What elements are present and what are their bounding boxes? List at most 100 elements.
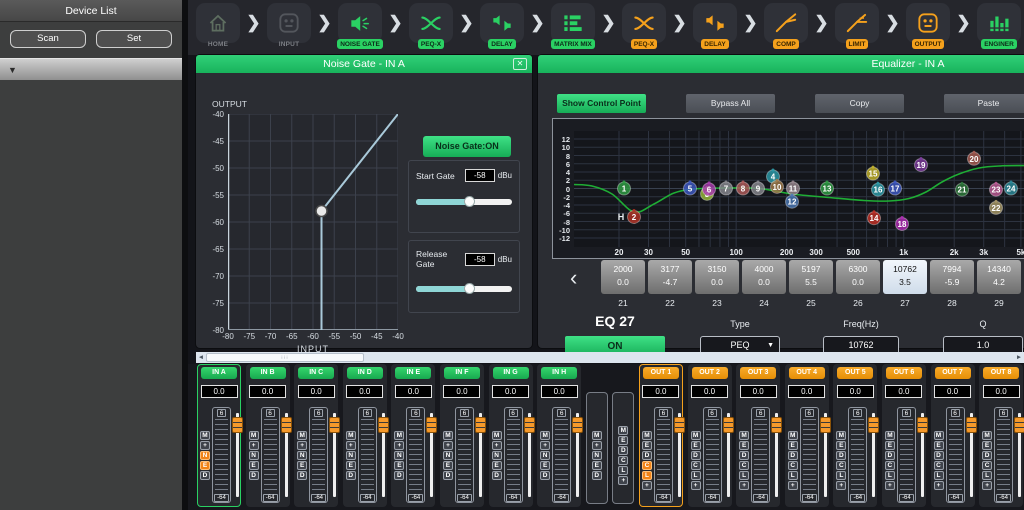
fader-handle[interactable] [966, 417, 977, 433]
channel-header[interactable]: OUT 2 [692, 367, 728, 379]
band-scroll-left-icon[interactable]: ‹ [570, 265, 577, 291]
channel-button-D[interactable]: D [642, 451, 652, 460]
channel-button-D[interactable]: D [691, 451, 701, 460]
channel-header[interactable]: IN C [298, 367, 334, 379]
channel-button-N[interactable]: N [492, 451, 502, 460]
channel-button-C[interactable]: C [618, 456, 628, 465]
toolbar-item-limit[interactable]: LIMIT [835, 3, 879, 49]
channel-header[interactable]: IN B [250, 367, 286, 379]
start-gate-slider-thumb[interactable] [464, 196, 475, 207]
toolbar-item-matrix-mix[interactable]: MATRIX MIX [551, 3, 595, 49]
channel-button-L[interactable]: L [691, 471, 701, 480]
channel-gain-value[interactable]: 0.0 [788, 385, 825, 398]
fader-handle[interactable] [771, 417, 782, 433]
channel-button-M[interactable]: M [346, 431, 356, 440]
channel-gain-value[interactable]: 0.0 [346, 385, 383, 398]
channel-button-N[interactable]: N [592, 451, 602, 460]
channel-strip-out-7[interactable]: OUT 70.0MEDCL+6 -64 [931, 364, 975, 507]
panel-scrollbar[interactable]: ◄ ⁝⁝⁝ ► [196, 352, 1024, 363]
channel-button-E[interactable]: E [691, 441, 701, 450]
channel-button-D[interactable]: D [885, 451, 895, 460]
channel-button-E[interactable]: E [642, 441, 652, 450]
channel-button-D[interactable]: D [739, 451, 749, 460]
channel-button-L[interactable]: L [739, 471, 749, 480]
channel-strip-in-f[interactable]: IN F0.0M+NED6 -64 [440, 364, 484, 507]
channel-button-D[interactable]: D [443, 471, 453, 480]
channel-button-M[interactable]: M [540, 431, 550, 440]
channel-button-+[interactable]: + [443, 441, 453, 450]
channel-button-+[interactable]: + [982, 481, 992, 490]
close-icon[interactable]: ✕ [513, 58, 527, 70]
start-gate-slider[interactable] [416, 199, 512, 205]
show-control-point-button[interactable]: Show Control Point [557, 94, 646, 113]
toolbar-item-peq-x[interactable]: PEQ-X [409, 3, 453, 49]
channel-gain-value[interactable]: 0.0 [885, 385, 922, 398]
channel-button-D[interactable]: D [618, 446, 628, 455]
channel-header[interactable]: OUT 1 [643, 367, 679, 379]
channel-button-N[interactable]: N [297, 451, 307, 460]
channel-button-L[interactable]: L [618, 466, 628, 475]
scrollbar-thumb[interactable]: ⁝⁝⁝ [206, 353, 364, 362]
channel-button-C[interactable]: C [934, 461, 944, 470]
channel-button-+[interactable]: + [394, 441, 404, 450]
channel-button-L[interactable]: L [885, 471, 895, 480]
channel-button-C[interactable]: C [885, 461, 895, 470]
channel-button-N[interactable]: N [394, 451, 404, 460]
channel-strip-in-c[interactable]: IN C0.0M+NED6 -64 [294, 364, 338, 507]
channel-button-M[interactable]: M [691, 431, 701, 440]
eq-band-22[interactable]: 3177-4.7 [648, 260, 692, 294]
fader-handle[interactable] [426, 417, 437, 433]
channel-button-L[interactable]: L [642, 471, 652, 480]
channel-button-+[interactable]: + [200, 441, 210, 450]
channel-strip-in-e[interactable]: IN E0.0M+NED6 -64 [391, 364, 435, 507]
eq-response-graph[interactable]: 1H23456789101112131415161718192021222324 [574, 131, 1024, 247]
channel-button-E[interactable]: E [788, 441, 798, 450]
channel-button-M[interactable]: M [618, 426, 628, 435]
toolbar-item-delay[interactable]: DELAY [480, 3, 524, 49]
channel-gain-value[interactable]: 0.0 [395, 385, 432, 398]
paste-button[interactable]: Paste [944, 94, 1024, 113]
channel-button-L[interactable]: L [836, 471, 846, 480]
channel-button-+[interactable]: + [691, 481, 701, 490]
channel-strip-out-4[interactable]: OUT 40.0MEDCL+6 -64 [785, 364, 829, 507]
channel-button-D[interactable]: D [788, 451, 798, 460]
channel-gain-value[interactable]: 0.0 [642, 385, 679, 398]
channel-button-N[interactable]: N [443, 451, 453, 460]
channel-button-D[interactable]: D [249, 471, 259, 480]
channel-button-D[interactable]: D [394, 471, 404, 480]
channel-button-D[interactable]: D [934, 451, 944, 460]
channel-button-D[interactable]: D [982, 451, 992, 460]
channel-button-M[interactable]: M [885, 431, 895, 440]
channel-button-M[interactable]: M [297, 431, 307, 440]
channel-button-D[interactable]: D [492, 471, 502, 480]
start-gate-input[interactable]: -58 [465, 169, 495, 182]
channel-button-D[interactable]: D [540, 471, 550, 480]
channel-button-M[interactable]: M [739, 431, 749, 440]
channel-button-C[interactable]: C [788, 461, 798, 470]
channel-button-E[interactable]: E [592, 461, 602, 470]
channel-button-+[interactable]: + [249, 441, 259, 450]
channel-strip-in-b[interactable]: IN B0.0M+NED6 -64 [246, 364, 290, 507]
channel-button-E[interactable]: E [443, 461, 453, 470]
channel-button-+[interactable]: + [492, 441, 502, 450]
channel-strip-out-2[interactable]: OUT 20.0MEDCL+6 -64 [688, 364, 732, 507]
release-gate-input[interactable]: -58 [465, 253, 495, 266]
channel-button-N[interactable]: N [200, 451, 210, 460]
channel-button-+[interactable]: + [788, 481, 798, 490]
channel-button-E[interactable]: E [492, 461, 502, 470]
copy-button[interactable]: Copy [815, 94, 904, 113]
channel-button-M[interactable]: M [492, 431, 502, 440]
channel-button-M[interactable]: M [934, 431, 944, 440]
channel-header[interactable]: IN F [444, 367, 480, 379]
channel-button-D[interactable]: D [297, 471, 307, 480]
channel-button-+[interactable]: + [618, 476, 628, 485]
channel-strip-in-g[interactable]: IN G0.0M+NED6 -64 [489, 364, 533, 507]
channel-button-E[interactable]: E [346, 461, 356, 470]
channel-button-+[interactable]: + [885, 481, 895, 490]
channel-button-E[interactable]: E [618, 436, 628, 445]
eq-band-23[interactable]: 31500.0 [695, 260, 739, 294]
fader-handle[interactable] [1014, 417, 1024, 433]
channel-button-E[interactable]: E [739, 441, 749, 450]
channel-button-E[interactable]: E [885, 441, 895, 450]
fader-handle[interactable] [723, 417, 734, 433]
